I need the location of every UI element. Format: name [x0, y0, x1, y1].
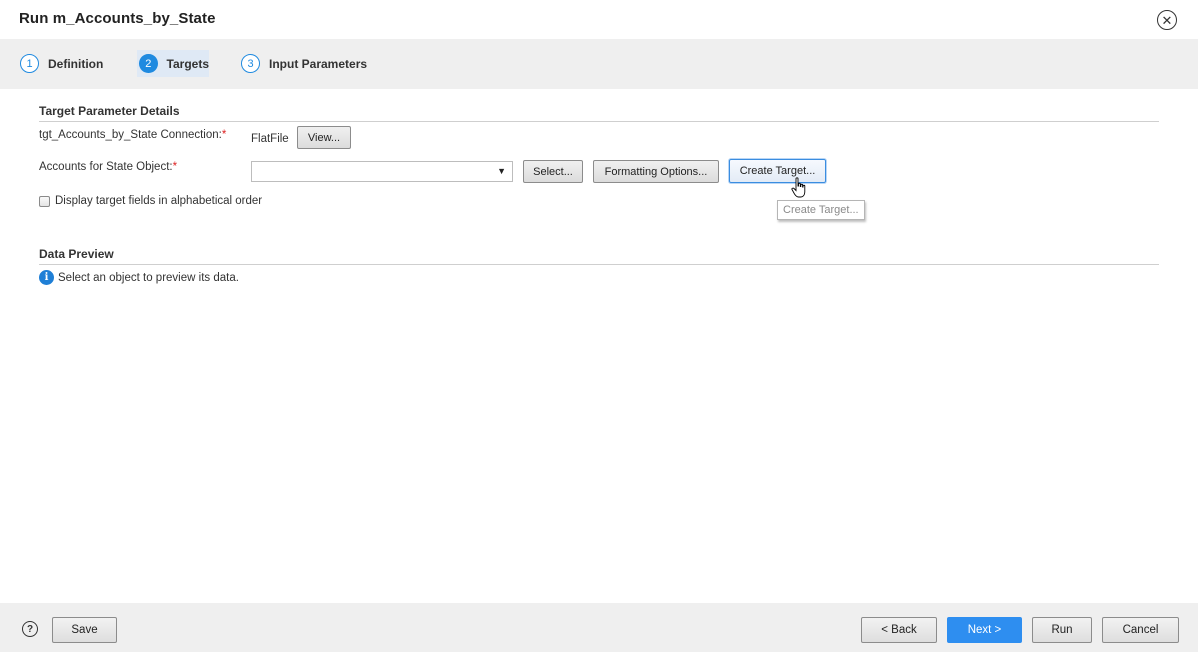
close-icon[interactable]: ✕ [1157, 10, 1177, 30]
run-button[interactable]: Run [1032, 617, 1092, 643]
section-divider [39, 264, 1159, 265]
section-divider [39, 121, 1159, 122]
alphabetical-order-label: Display target fields in alphabetical or… [55, 195, 263, 207]
step-number: 1 [20, 54, 39, 73]
create-target-button[interactable]: Create Target... [729, 159, 826, 183]
connection-value: FlatFile [251, 133, 289, 145]
step-label: Definition [48, 56, 104, 71]
help-icon[interactable]: ? [22, 621, 38, 637]
step-targets[interactable]: 2 Targets [137, 50, 209, 77]
create-target-tooltip: Create Target... [777, 200, 865, 220]
formatting-options-button[interactable]: Formatting Options... [593, 160, 719, 183]
data-preview-heading: Data Preview [39, 247, 114, 261]
target-parameter-details-heading: Target Parameter Details [39, 104, 180, 118]
info-icon: i [39, 270, 54, 285]
connection-label-text: tgt_Accounts_by_State Connection: [39, 129, 222, 141]
connection-label: tgt_Accounts_by_State Connection:* [39, 129, 226, 141]
object-label: Accounts for State Object:* [39, 161, 177, 173]
save-button[interactable]: Save [52, 617, 117, 643]
view-button[interactable]: View... [297, 126, 351, 149]
object-select[interactable]: ▼ [251, 161, 513, 182]
back-button[interactable]: < Back [861, 617, 937, 643]
required-mark: * [221, 129, 227, 141]
required-mark: * [172, 161, 178, 173]
hand-cursor-icon [791, 177, 806, 198]
wizard-steps: 1 Definition 2 Targets 3 Input Parameter… [0, 39, 1198, 89]
next-button[interactable]: Next > [947, 617, 1022, 643]
step-number: 2 [139, 54, 158, 73]
data-preview-info-text: Select an object to preview its data. [58, 272, 239, 284]
step-label: Targets [166, 56, 209, 71]
step-number: 3 [241, 54, 260, 73]
dropdown-arrow-icon: ▼ [497, 166, 506, 176]
cancel-button[interactable]: Cancel [1102, 617, 1179, 643]
title-bar: Run m_Accounts_by_State ✕ [0, 0, 1198, 39]
footer-bar: ? Save < Back Next > Run Cancel [0, 603, 1198, 652]
select-button[interactable]: Select... [523, 160, 583, 183]
main-content: Target Parameter Details tgt_Accounts_by… [19, 89, 1179, 603]
dialog-title: Run m_Accounts_by_State [19, 10, 216, 27]
step-definition[interactable]: 1 Definition [18, 50, 103, 77]
step-label: Input Parameters [269, 56, 368, 71]
step-input-parameters[interactable]: 3 Input Parameters [239, 50, 367, 77]
object-label-text: Accounts for State Object: [39, 161, 173, 173]
alphabetical-order-checkbox[interactable] [39, 196, 50, 207]
